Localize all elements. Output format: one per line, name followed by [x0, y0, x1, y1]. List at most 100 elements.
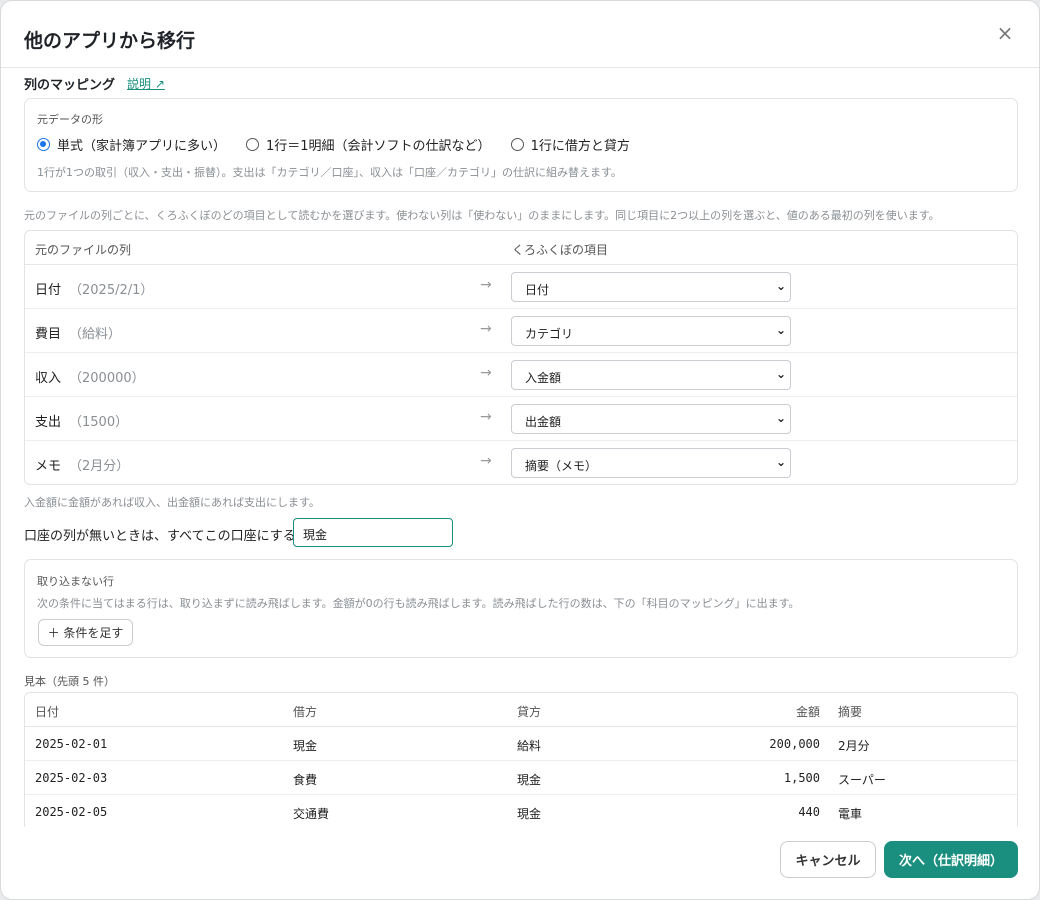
- dialog-body: 列のマッピング 説明 ↗ 元データの形 単式（家計簿アプリに多い） 1行＝1明細…: [1, 69, 1039, 827]
- mapping-row: 支出 （1500） → 出金額 ⌄: [25, 397, 1017, 441]
- dialog-title: 他のアプリから移行: [24, 30, 196, 52]
- source-shape-panel: 元データの形 単式（家計簿アプリに多い） 1行＝1明細（会計ソフトの仕訳など） …: [24, 98, 1018, 192]
- cell-date: 2025-02-05: [35, 805, 108, 819]
- column-sample: （2025/2/1）: [69, 283, 154, 298]
- source-column: 日付 （2025/2/1）: [35, 279, 153, 298]
- select-value: 入金額: [525, 371, 562, 385]
- cell-amount: 440: [798, 805, 820, 819]
- target-field-select[interactable]: カテゴリ ⌄: [511, 316, 791, 346]
- chevron-down-icon: ⌄: [775, 323, 786, 337]
- default-account-input[interactable]: 現金: [293, 518, 453, 547]
- preview-table-header: 日付 借方 貸方 金額 摘要: [25, 693, 1017, 727]
- cell-date: 2025-02-03: [35, 771, 108, 785]
- cell-credit: 現金: [517, 773, 542, 787]
- cell-amount: 1,500: [783, 771, 820, 785]
- select-value: カテゴリ: [525, 327, 574, 341]
- mapping-row: メモ （2月分） → 摘要（メモ） ⌄: [25, 441, 1017, 485]
- cell-memo: 2月分: [838, 739, 870, 753]
- column-sample: （1500）: [69, 415, 129, 430]
- table-row: 2025-02-03 食費 現金 1,500 スーパー: [25, 761, 1017, 795]
- arrow-icon: →: [480, 409, 492, 425]
- column-name: 支出: [35, 415, 62, 430]
- target-field-select[interactable]: 出金額 ⌄: [511, 404, 791, 434]
- migration-dialog: 他のアプリから移行 × 列のマッピング 説明 ↗ 元データの形 単式（家計簿アプ…: [0, 0, 1040, 900]
- cell-debit: 交通費: [293, 807, 330, 821]
- source-shape-label: 元データの形: [37, 113, 103, 126]
- radio-label: 1行＝1明細（会計ソフトの仕訳など）: [266, 139, 491, 154]
- radio-selected-icon: [37, 138, 50, 151]
- preview-table: 日付 借方 貸方 金額 摘要 2025-02-01 現金 給料 200,000 …: [24, 692, 1018, 827]
- table-row: 2025-02-05 交通費 現金 440 電車: [25, 795, 1017, 827]
- header-target-field: くろふくぼの項目: [512, 243, 609, 257]
- skip-rows-hint: 次の条件に当てはまる行は、取り込まずに読み飛ばします。金額が0の行も読み飛ばしま…: [37, 597, 800, 610]
- mapping-table: 元のファイルの列 くろふくぼの項目 日付 （2025/2/1） → 日付 ⌄ 費目 （…: [24, 230, 1018, 485]
- header-amount: 金額: [795, 705, 820, 719]
- header-date: 日付: [35, 705, 60, 719]
- amount-note: 入金額に金額があれば収入、出金額にあれば支出にします。: [24, 496, 320, 509]
- next-button[interactable]: 次へ（仕訳明細）: [884, 841, 1018, 878]
- column-name: メモ: [35, 459, 62, 474]
- radio-debit-credit-per-line[interactable]: 1行に借方と貸方: [510, 135, 630, 154]
- chevron-down-icon: ⌄: [775, 411, 786, 425]
- close-icon[interactable]: ×: [995, 21, 1015, 45]
- radio-unselected-icon: [510, 138, 524, 151]
- help-link[interactable]: 説明 ↗: [127, 75, 165, 92]
- column-sample: （200000）: [69, 371, 145, 386]
- cell-debit: 食費: [293, 773, 318, 787]
- cell-credit: 現金: [517, 807, 542, 821]
- chevron-down-icon: ⌄: [775, 455, 786, 469]
- skip-rows-panel: 取り込まない行 次の条件に当てはまる行は、取り込まずに読み飛ばします。金額が0の…: [24, 559, 1018, 658]
- target-field-select[interactable]: 日付 ⌄: [511, 272, 791, 302]
- cell-credit: 給料: [517, 739, 542, 753]
- cell-amount: 200,000: [769, 737, 820, 751]
- column-name: 費目: [35, 327, 62, 342]
- radio-one-line-per-detail[interactable]: 1行＝1明細（会計ソフトの仕訳など）: [246, 135, 491, 154]
- radio-label: 1行に借方と貸方: [530, 139, 630, 154]
- mapping-table-header: 元のファイルの列 くろふくぼの項目: [25, 231, 1017, 265]
- cell-memo: 電車: [838, 807, 863, 821]
- table-row: 2025-02-01 現金 給料 200,000 2月分: [25, 727, 1017, 761]
- cancel-button[interactable]: キャンセル: [780, 841, 876, 878]
- add-condition-button[interactable]: ＋ 条件を足す: [38, 619, 133, 646]
- radio-label: 単式（家計簿アプリに多い）: [57, 139, 227, 154]
- source-column: メモ （2月分）: [35, 455, 129, 474]
- arrow-icon: →: [480, 321, 492, 337]
- source-column: 費目 （給料）: [35, 323, 121, 342]
- target-field-select[interactable]: 摘要（メモ） ⌄: [511, 448, 791, 478]
- column-name: 収入: [35, 371, 62, 386]
- dialog-header: 他のアプリから移行 ×: [1, 1, 1039, 68]
- header-credit: 貸方: [517, 705, 542, 719]
- mapping-row: 収入 （200000） → 入金額 ⌄: [25, 353, 1017, 397]
- source-shape-hint: 1行が1つの取引（収入・支出・振替）。支出は「カテゴリ／口座」、収入は「口座／カ…: [37, 166, 622, 179]
- select-value: 摘要（メモ）: [525, 459, 598, 473]
- header-debit: 借方: [293, 705, 318, 719]
- header-source-column: 元のファイルの列: [35, 243, 132, 257]
- arrow-icon: →: [480, 453, 492, 469]
- cell-date: 2025-02-01: [35, 737, 108, 751]
- column-name: 日付: [35, 283, 62, 298]
- arrow-icon: →: [480, 365, 492, 381]
- chevron-down-icon: ⌄: [775, 279, 786, 293]
- default-account-label: 口座の列が無いときは、すべてこの口座にする: [24, 529, 296, 544]
- radio-single-entry[interactable]: 単式（家計簿アプリに多い）: [37, 135, 226, 154]
- radio-unselected-icon: [246, 138, 260, 151]
- arrow-icon: →: [480, 277, 492, 293]
- cell-debit: 現金: [293, 739, 318, 753]
- select-value: 日付: [525, 283, 550, 297]
- mapping-row: 費目 （給料） → カテゴリ ⌄: [25, 309, 1017, 353]
- mapping-row: 日付 （2025/2/1） → 日付 ⌄: [25, 265, 1017, 309]
- mapping-instructions: 元のファイルの列ごとに、くろふくぼのどの項目として読むかを選びます。使わない列は…: [24, 209, 940, 222]
- chevron-down-icon: ⌄: [775, 367, 786, 381]
- skip-rows-label: 取り込まない行: [37, 575, 114, 588]
- dialog-footer: キャンセル 次へ（仕訳明細）: [1, 827, 1039, 899]
- target-field-select[interactable]: 入金額 ⌄: [511, 360, 791, 390]
- source-column: 収入 （200000）: [35, 367, 145, 386]
- source-shape-options: 単式（家計簿アプリに多い） 1行＝1明細（会計ソフトの仕訳など） 1行に借方と貸…: [37, 135, 650, 154]
- source-column: 支出 （1500）: [35, 411, 128, 430]
- header-memo: 摘要: [838, 705, 863, 719]
- select-value: 出金額: [525, 415, 562, 429]
- preview-label: 見本（先頭 5 件）: [24, 675, 115, 688]
- column-sample: （給料）: [69, 327, 122, 342]
- cell-memo: スーパー: [838, 773, 886, 787]
- column-sample: （2月分）: [69, 459, 130, 474]
